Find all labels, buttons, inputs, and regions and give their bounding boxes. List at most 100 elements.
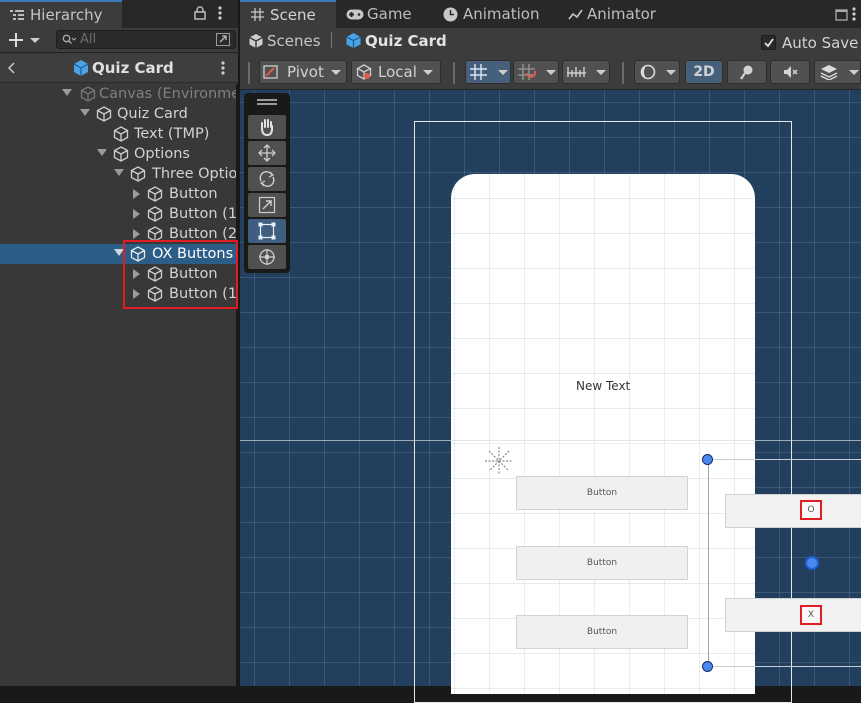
hierarchy-search-input[interactable]: All bbox=[56, 30, 236, 49]
lighting-toggle[interactable] bbox=[727, 60, 767, 84]
back-arrow-icon[interactable] bbox=[8, 62, 16, 74]
new-text-label[interactable]: New Text bbox=[576, 379, 630, 393]
transform-all-icon bbox=[259, 249, 275, 265]
more-options-icon[interactable] bbox=[218, 6, 222, 20]
x-button[interactable] bbox=[725, 598, 861, 632]
expand-arrow-icon[interactable] bbox=[133, 209, 140, 219]
move-arrows-icon bbox=[258, 144, 276, 162]
chevron-down-icon bbox=[331, 70, 341, 75]
rotate-icon bbox=[259, 171, 275, 187]
chevron-down-icon bbox=[666, 70, 676, 75]
tree-item-text-tmp[interactable]: Text (TMP) bbox=[0, 124, 238, 144]
tab-label: Animation bbox=[463, 5, 540, 23]
gameobject-cube-icon bbox=[113, 126, 129, 142]
tree-item-quiz-card[interactable]: Quiz Card bbox=[0, 104, 238, 124]
local-label: Local bbox=[378, 63, 417, 81]
tab-animation[interactable]: Animation bbox=[443, 0, 561, 28]
chevron-down-icon bbox=[596, 70, 606, 75]
2d-mode-toggle[interactable]: 2D bbox=[685, 60, 723, 84]
hand-tool-button[interactable] bbox=[248, 115, 286, 139]
layers-icon bbox=[820, 65, 838, 80]
prefab-cube-icon bbox=[346, 33, 361, 48]
breadcrumb-scenes[interactable]: Scenes bbox=[267, 32, 321, 50]
option-button-3[interactable]: Button bbox=[516, 615, 688, 649]
shading-mode-dropdown[interactable] bbox=[634, 60, 680, 84]
magnet-grid-icon bbox=[518, 64, 536, 80]
create-button[interactable] bbox=[6, 30, 42, 49]
palette-grip[interactable] bbox=[257, 103, 277, 105]
speaker-muted-icon bbox=[784, 66, 798, 78]
maximize-icon[interactable] bbox=[835, 7, 849, 21]
transform-tool-button[interactable] bbox=[248, 245, 286, 269]
o-button[interactable] bbox=[725, 494, 861, 528]
effects-dropdown[interactable] bbox=[814, 60, 861, 84]
tree-item-label: Text (TMP) bbox=[134, 126, 210, 142]
selection-rect-edge bbox=[708, 666, 861, 667]
tree-item-label: Canvas (Environme bbox=[99, 86, 241, 102]
x-button-label: X bbox=[800, 605, 822, 625]
more-options-icon[interactable] bbox=[852, 7, 856, 21]
rect-handle-bottom-left[interactable] bbox=[702, 661, 713, 672]
expand-arrow-icon[interactable] bbox=[97, 149, 107, 156]
tree-item-label: Three Optio bbox=[152, 166, 238, 182]
tab-animator[interactable]: Animator bbox=[568, 0, 668, 28]
toolbar-grip bbox=[622, 62, 624, 84]
selection-highlight-box bbox=[123, 240, 238, 309]
chevron-down-icon bbox=[546, 70, 556, 75]
tab-label: Scene bbox=[270, 6, 316, 24]
expand-arrow-icon[interactable] bbox=[133, 229, 140, 239]
lightbulb-icon bbox=[740, 65, 753, 80]
local-dropdown[interactable]: Local bbox=[351, 60, 441, 84]
expand-arrow-icon[interactable] bbox=[62, 89, 72, 96]
tab-hierarchy-label: Hierarchy bbox=[30, 6, 103, 24]
rect-transform-icon bbox=[258, 222, 276, 240]
expand-arrow-icon[interactable] bbox=[114, 169, 124, 176]
list-icon bbox=[10, 10, 24, 20]
2d-mode-label: 2D bbox=[693, 64, 715, 80]
ruler-icon bbox=[567, 67, 586, 77]
expand-arrow-icon[interactable] bbox=[133, 189, 140, 199]
option-button-1[interactable]: Button bbox=[516, 476, 688, 510]
increment-snap-toggle[interactable] bbox=[513, 60, 559, 84]
tree-item-label: Quiz Card bbox=[117, 106, 188, 122]
scale-tool-button[interactable] bbox=[248, 193, 286, 217]
grid-snap-icon bbox=[470, 64, 487, 80]
rotate-tool-button[interactable] bbox=[248, 167, 286, 191]
option-button-2[interactable]: Button bbox=[516, 546, 688, 580]
tree-item-button-1[interactable]: Button (1) bbox=[0, 204, 243, 224]
pivot-handle[interactable] bbox=[805, 556, 819, 570]
rect-handle-top-left[interactable] bbox=[702, 454, 713, 465]
pivot-dropdown[interactable]: Pivot bbox=[259, 60, 347, 84]
tree-item-options[interactable]: Options bbox=[0, 144, 238, 164]
tree-item-label: Options bbox=[134, 146, 190, 162]
move-tool-button[interactable] bbox=[248, 141, 286, 165]
prefab-title: Quiz Card bbox=[92, 59, 174, 77]
tab-hierarchy[interactable]: Hierarchy bbox=[0, 0, 122, 28]
tree-item-canvas[interactable]: Canvas (Environme bbox=[0, 84, 241, 104]
checkmark-icon bbox=[764, 38, 774, 48]
lock-icon[interactable] bbox=[194, 6, 206, 20]
ruler-snap-toggle[interactable] bbox=[562, 60, 610, 84]
grid-snap-toggle[interactable] bbox=[465, 60, 511, 84]
expand-arrow-icon[interactable] bbox=[80, 109, 90, 116]
breadcrumb-separator bbox=[331, 32, 332, 48]
more-options-icon[interactable] bbox=[221, 61, 225, 75]
o-button-label: O bbox=[800, 500, 822, 520]
scene-filter-icon[interactable] bbox=[216, 33, 230, 46]
chevron-down-icon bbox=[423, 70, 433, 75]
tab-scene[interactable]: Scene bbox=[240, 0, 336, 28]
chevron-down-icon bbox=[498, 70, 508, 75]
audio-toggle[interactable] bbox=[770, 60, 810, 84]
gameobject-cube-icon bbox=[130, 166, 146, 182]
tree-item-label: Button (1) bbox=[169, 206, 243, 222]
hand-icon bbox=[261, 119, 273, 137]
search-placeholder: All bbox=[80, 32, 97, 47]
tree-item-button[interactable]: Button bbox=[0, 184, 238, 204]
auto-save-checkbox[interactable] bbox=[761, 35, 776, 50]
tree-item-three-options[interactable]: Three Optio bbox=[0, 164, 238, 184]
tab-game[interactable]: Game bbox=[346, 0, 436, 28]
rect-tool-button[interactable] bbox=[248, 219, 286, 243]
tab-label: Animator bbox=[587, 5, 656, 23]
breadcrumb-current[interactable]: Quiz Card bbox=[365, 32, 447, 50]
palette-grip[interactable] bbox=[257, 99, 277, 101]
